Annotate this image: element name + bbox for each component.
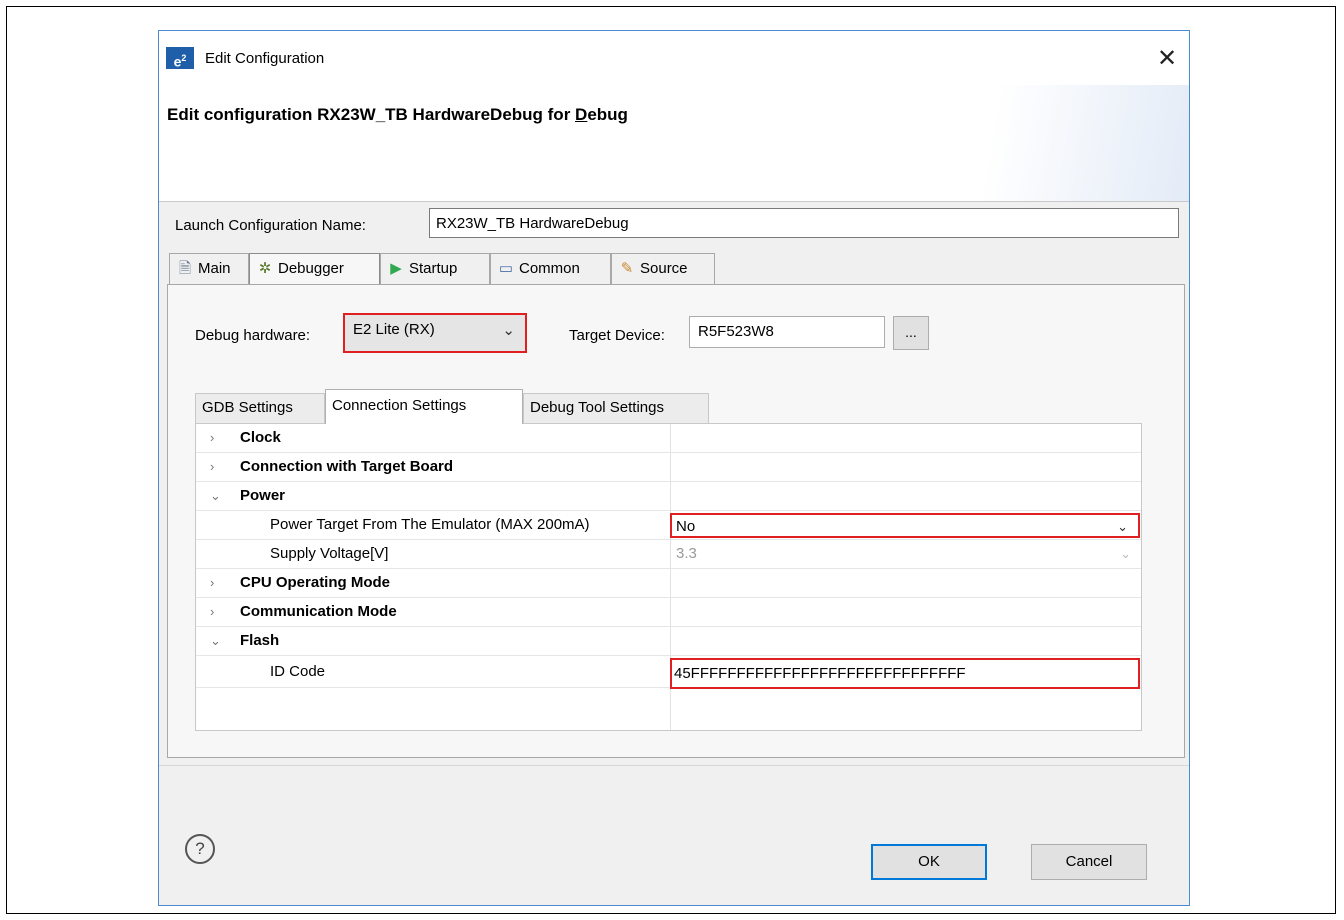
- property-name: Flash: [240, 632, 280, 649]
- page-title-suffix: ebug: [587, 105, 628, 124]
- connection-settings-table: › Clock › Connection with Target Board ⌄…: [195, 423, 1142, 731]
- window-title: Edit Configuration: [205, 50, 325, 67]
- property-name: Power Target From The Emulator (MAX 200m…: [270, 516, 590, 533]
- property-value: 45FFFFFFFFFFFFFFFFFFFFFFFFFFFFFF: [674, 665, 966, 682]
- tab-common[interactable]: ▭ Common: [490, 253, 611, 285]
- page-title-accelerator: D: [575, 105, 588, 124]
- subtab-gdb-settings[interactable]: GDB Settings: [195, 393, 325, 423]
- table-row[interactable]: › CPU Operating Mode: [196, 569, 1141, 598]
- tab-main-label: Main: [198, 260, 231, 277]
- chevron-down-icon: ⌄: [1120, 546, 1131, 561]
- chevron-down-icon: ⌄: [210, 488, 221, 503]
- close-button[interactable]: ✕: [1145, 41, 1189, 77]
- tab-debugger-label: Debugger: [278, 260, 344, 277]
- e2-studio-icon: e2: [166, 47, 194, 70]
- source-icon: ✎: [620, 260, 634, 277]
- table-row[interactable]: Power Target From The Emulator (MAX 200m…: [196, 511, 1141, 540]
- bug-icon: ✲: [258, 260, 272, 277]
- debug-hardware-value: E2 Lite (RX): [353, 321, 435, 338]
- subtab-debug-tool-settings[interactable]: Debug Tool Settings: [523, 393, 709, 423]
- button-bar-divider: [159, 765, 1189, 766]
- property-name: CPU Operating Mode: [240, 574, 391, 591]
- supply-voltage-value: 3.3: [676, 545, 697, 562]
- table-row[interactable]: ⌄ Flash: [196, 627, 1141, 656]
- property-name: Power: [240, 487, 286, 504]
- cancel-button[interactable]: Cancel: [1031, 844, 1147, 880]
- property-name: Clock: [240, 429, 281, 446]
- power-target-select[interactable]: No ⌄: [670, 513, 1140, 538]
- chevron-down-icon: ⌄: [502, 322, 515, 339]
- title-bar: e2 Edit Configuration ✕: [159, 31, 1189, 85]
- tab-startup-label: Startup: [409, 260, 458, 277]
- tab-source-label: Source: [640, 260, 688, 277]
- chevron-down-icon: ⌄: [210, 633, 221, 648]
- window-icon: ▭: [498, 260, 514, 277]
- launch-config-name-label: Launch Configuration Name:: [175, 217, 366, 234]
- tab-common-label: Common: [519, 260, 580, 277]
- document-icon: 🗎: [178, 260, 192, 277]
- debug-hardware-select[interactable]: E2 Lite (RX) ⌄: [343, 313, 527, 353]
- table-row[interactable]: › Connection with Target Board: [196, 453, 1141, 482]
- debug-hardware-label: Debug hardware:: [195, 327, 311, 344]
- table-row[interactable]: Supply Voltage[V] 3.3 ⌄: [196, 540, 1141, 569]
- property-name: Supply Voltage[V]: [270, 545, 389, 562]
- tab-source[interactable]: ✎ Source: [611, 253, 715, 285]
- property-value: No: [676, 518, 696, 535]
- id-code-input[interactable]: 45FFFFFFFFFFFFFFFFFFFFFFFFFFFFFF: [670, 658, 1140, 689]
- target-device-input[interactable]: R5F523W8: [689, 316, 885, 348]
- help-icon[interactable]: ?: [185, 834, 215, 864]
- play-icon: ▶: [390, 260, 402, 277]
- tab-debugger[interactable]: ✲ Debugger: [249, 253, 380, 285]
- browse-device-button[interactable]: ...: [893, 316, 929, 350]
- table-row[interactable]: ID Code 45FFFFFFFFFFFFFFFFFFFFFFFFFFFFFF: [196, 656, 1141, 689]
- ok-button[interactable]: OK: [871, 844, 987, 880]
- page-title-prefix: Edit configuration RX23W_TB HardwareDebu…: [167, 105, 576, 124]
- tab-main[interactable]: 🗎 Main: [169, 253, 249, 285]
- target-device-label: Target Device:: [569, 327, 665, 344]
- property-name: Connection with Target Board: [240, 458, 454, 475]
- chevron-right-icon: ›: [210, 430, 215, 445]
- header-banner: Edit configuration RX23W_TB HardwareDebu…: [159, 85, 1189, 202]
- chevron-down-icon: ⌄: [1117, 519, 1128, 534]
- property-name: ID Code: [270, 663, 326, 680]
- chevron-right-icon: ›: [210, 459, 215, 474]
- property-name: Communication Mode: [240, 603, 397, 620]
- table-row[interactable]: ⌄ Power: [196, 482, 1141, 511]
- launch-config-name-input[interactable]: [429, 208, 1179, 238]
- edit-configuration-dialog: e2 Edit Configuration ✕ Edit configurati…: [158, 30, 1190, 906]
- chevron-right-icon: ›: [210, 575, 215, 590]
- tab-startup[interactable]: ▶ Startup: [380, 253, 490, 285]
- table-row[interactable]: › Clock: [196, 424, 1141, 453]
- table-row[interactable]: › Communication Mode: [196, 598, 1141, 627]
- subtab-connection-settings[interactable]: Connection Settings: [325, 389, 523, 424]
- page-title: Edit configuration RX23W_TB HardwareDebu…: [167, 105, 628, 125]
- chevron-right-icon: ›: [210, 604, 215, 619]
